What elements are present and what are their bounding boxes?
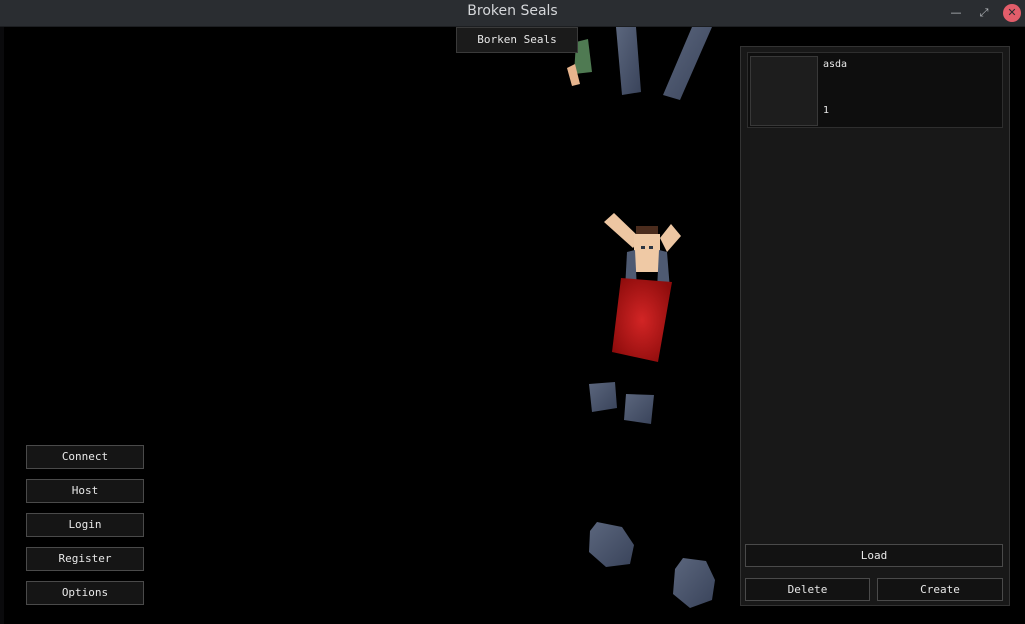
stone-pillar-left: [616, 27, 641, 95]
rocks: [589, 522, 715, 608]
options-button[interactable]: Options: [26, 581, 144, 605]
character-name: asda: [823, 59, 848, 70]
create-button[interactable]: Create: [877, 578, 1003, 601]
load-button[interactable]: Load: [745, 544, 1003, 567]
game-title-label: Borken Seals: [456, 27, 578, 53]
character-select-panel: asda 1 Load Delete Create: [740, 46, 1010, 606]
connect-button[interactable]: Connect: [26, 445, 144, 469]
login-button[interactable]: Login: [26, 513, 144, 537]
character-level: 1: [823, 105, 830, 116]
register-button[interactable]: Register: [26, 547, 144, 571]
character-card[interactable]: asda 1: [747, 52, 1003, 128]
host-button[interactable]: Host: [26, 479, 144, 503]
player-feet: [589, 382, 654, 424]
character-portrait: [750, 56, 818, 126]
player-character: [604, 213, 681, 362]
stone-pillar-right: [663, 27, 712, 100]
delete-button[interactable]: Delete: [745, 578, 870, 601]
